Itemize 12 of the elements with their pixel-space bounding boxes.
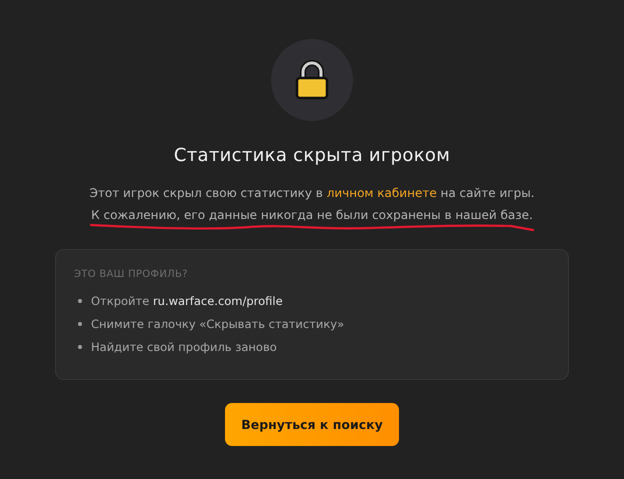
page-title: Статистика скрыта игроком <box>174 145 450 166</box>
step-text: Найдите свой профиль заново <box>91 340 277 354</box>
message-text: Этот игрок скрыл свою статистику в личном кабинете на сайте игры. <box>90 186 534 200</box>
note-text: К сожалению, его данные никогда не были сохранены в нашей базе. <box>91 208 533 222</box>
card-heading: ЭТО ВАШ ПРОФИЛЬ? <box>74 269 189 280</box>
bullet-icon <box>78 322 82 326</box>
step-text: Снимите галочку «Скрывать статистику» <box>91 317 344 331</box>
step-text: Откройте ru.warface.com/profile <box>91 294 283 308</box>
account-link[interactable]: личном кабинете <box>326 186 437 200</box>
bullet-icon <box>78 299 82 303</box>
back-button[interactable]: Вернуться к поиску <box>225 403 399 446</box>
bullet-icon <box>78 345 82 349</box>
